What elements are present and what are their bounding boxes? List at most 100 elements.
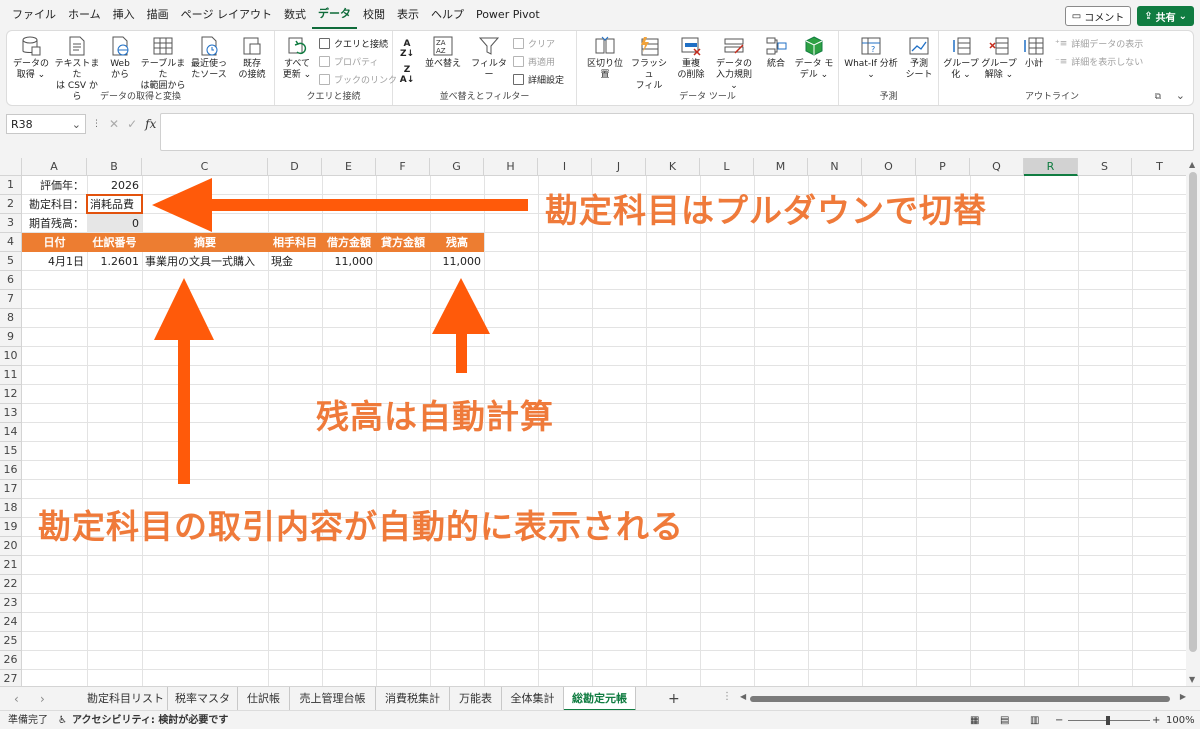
tab-splitter-icon[interactable]: ⋮ [722,691,732,702]
sort-ascending-icon: A Z↓ [399,39,415,59]
vertical-scroll-thumb[interactable] [1189,172,1197,652]
remove-duplicates-icon [680,35,702,57]
page-layout-view-icon[interactable]: ▤ [1000,711,1009,729]
horizontal-scrollbar[interactable]: ◀ ▶ [740,692,1186,704]
show-detail-button[interactable]: ⁺≡ 詳細データの表示 [1055,37,1143,51]
accessibility-icon[interactable]: ♿ [58,711,67,729]
flash-fill-button[interactable]: フラッシュ フィル [629,35,669,92]
sheet-tab-account-list[interactable]: 勘定科目リスト [84,687,168,711]
what-if-icon: ? [860,35,882,57]
group-sort-filter: A Z↓ Z A↓ ZA AZ 並べ替え フィルター クリア 再適用 詳細設定 並べ替… [393,31,577,105]
formula-input[interactable] [160,113,1194,151]
scroll-down-icon[interactable]: ▼ [1189,675,1195,684]
tab-home[interactable]: ホーム [62,0,107,30]
subtotal-button[interactable]: 小計 [1019,35,1049,70]
forecast-sheet-button[interactable]: 予測 シート [903,35,935,81]
recent-sources-button[interactable]: 最近使っ たソース [189,35,229,81]
web-button[interactable]: Web から [103,35,137,81]
text-to-columns-icon [594,35,616,57]
clear-filter-icon [513,38,524,49]
next-sheet-icon[interactable]: › [40,687,45,711]
tab-file[interactable]: ファイル [6,0,62,30]
sheet-tab-tax-master[interactable]: 税率マスタ [168,687,238,711]
sheet-tab-journal[interactable]: 仕訳帳 [238,687,290,711]
advanced-filter-icon [513,74,524,85]
annotation-dropdown: 勘定科目はプルダウンで切替 [545,191,987,230]
sheet-tab-universal[interactable]: 万能表 [450,687,502,711]
tab-view[interactable]: 表示 [391,0,425,30]
filter-button[interactable]: フィルター [469,35,509,81]
advanced-button[interactable]: 詳細設定 [513,73,564,86]
page-break-view-icon[interactable]: ▥ [1030,711,1039,729]
sort-button[interactable]: ZA AZ 並べ替え [421,35,465,70]
flash-fill-icon [638,35,660,57]
horizontal-scroll-thumb[interactable] [750,696,1170,702]
prev-sheet-icon[interactable]: ‹ [14,687,19,711]
name-box[interactable]: R38 ⌄ [6,114,86,134]
sort-az-button[interactable]: A Z↓ Z A↓ [399,39,415,85]
sheet-tab-general-ledger[interactable]: 総勘定元帳 [564,687,636,711]
normal-view-icon[interactable]: ▦ [970,711,979,729]
tab-draw[interactable]: 描画 [141,0,175,30]
excel-window: ファイル ホーム 挿入 描画 ページ レイアウト 数式 データ 校閲 表示 ヘル… [0,0,1200,729]
formula-icons: ⋮ ✕ ✓ fx [92,114,156,134]
comment-icon: ▭ [1071,10,1082,22]
zoom-level[interactable]: 100% [1166,711,1195,729]
collapse-ribbon-icon[interactable]: ⌄ [1176,89,1185,102]
function-icon[interactable]: fx [145,117,156,131]
share-button[interactable]: ⇪ 共有 ⌄ [1137,6,1194,26]
vertical-scrollbar[interactable]: ▲ ▼ [1186,158,1200,686]
sheet-tab-total[interactable]: 全体集計 [502,687,564,711]
add-sheet-button[interactable]: + [668,687,680,711]
arrow-up-left [154,278,214,484]
scroll-left-icon[interactable]: ◀ [740,692,746,701]
annotation-auto-display: 勘定科目の取引内容が自動的に表示される [38,507,684,546]
data-validation-button[interactable]: データの 入力規則 ⌄ [711,35,757,92]
ungroup-button[interactable]: グループ 解除 ⌄ [981,35,1017,81]
data-model-button[interactable]: データ モデル ⌄ [793,35,835,81]
connections-icon [241,35,263,57]
consolidate-button[interactable]: 統合 [761,35,791,70]
text-to-columns-button[interactable]: 区切り位置 [583,35,627,81]
chevron-down-icon: ⌄ [71,117,81,131]
data-validation-icon [723,35,745,57]
zoom-in-icon[interactable]: + [1152,711,1160,729]
accessibility-status[interactable]: アクセシビリティ: 検討が必要です [72,711,228,729]
hide-detail-button[interactable]: ⁻≡ 詳細を表示しない [1055,55,1143,69]
tab-page-layout[interactable]: ページ レイアウト [175,0,278,30]
table-icon [152,35,174,57]
get-data-button[interactable]: データの 取得 ⌄ [11,35,51,81]
clear-button[interactable]: クリア [513,37,555,50]
table-range-button[interactable]: テーブルまた は範囲から [139,35,187,92]
properties-button[interactable]: プロパティ [319,55,378,68]
tab-insert[interactable]: 挿入 [107,0,141,30]
sheet-tab-sales-ledger[interactable]: 売上管理台帳 [290,687,376,711]
queries-connections-button[interactable]: クエリと接続 [319,37,388,50]
cancel-icon[interactable]: ✕ [109,117,119,131]
tab-formulas[interactable]: 数式 [278,0,312,30]
refresh-all-button[interactable]: すべて 更新 ⌄ [279,35,315,81]
worksheet[interactable]: A B C D E F G H I J K L M N O P Q R S T [0,158,1186,686]
tab-help[interactable]: ヘルプ [425,0,470,30]
group-button[interactable]: グループ化 ⌄ [943,35,979,81]
confirm-icon[interactable]: ✓ [127,117,137,131]
existing-connections-button[interactable]: 既存 の接続 [233,35,271,81]
zoom-out-icon[interactable]: − [1055,711,1063,729]
queries-icon [319,38,330,49]
dialog-launcher-icon[interactable]: ⧉ [1155,92,1161,102]
annotation-auto-balance: 残高は自動計算 [316,397,554,436]
comment-button[interactable]: ▭ コメント [1064,6,1132,26]
tab-data[interactable]: データ [311,1,357,29]
remove-duplicates-button[interactable]: 重複 の削除 [673,35,709,81]
collapse-icon: ⁻≡ [1055,56,1068,67]
scroll-up-icon[interactable]: ▲ [1189,160,1195,169]
reapply-button[interactable]: 再適用 [513,55,555,68]
sheet-tab-consumption-tax[interactable]: 消費税集計 [376,687,450,711]
tab-review[interactable]: 校閲 [357,0,391,30]
workbook-links-button[interactable]: ブックのリンク [319,73,397,86]
what-if-button[interactable]: ? What-If 分析 ⌄ [843,35,899,81]
tab-power-pivot[interactable]: Power Pivot [470,0,546,30]
scroll-right-icon[interactable]: ▶ [1180,692,1186,701]
more-icon: ⋮ [92,119,101,129]
zoom-slider-thumb[interactable] [1106,716,1110,725]
